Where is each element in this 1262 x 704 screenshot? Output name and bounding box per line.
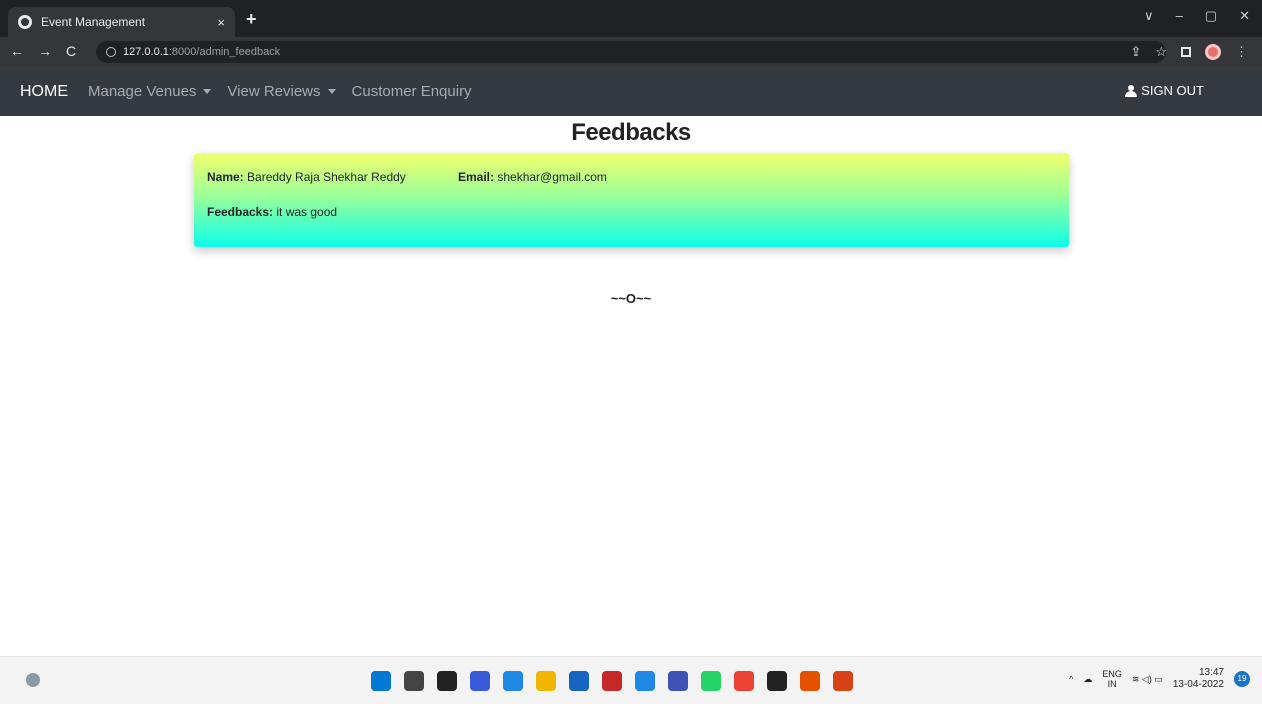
feedback-text-row: Feedbacks: it was good bbox=[207, 205, 337, 219]
tab-search-button[interactable]: ∨ bbox=[1144, 8, 1154, 24]
nav-home-link[interactable]: HOME bbox=[20, 83, 68, 101]
nav-customer-enquiry-label: Customer Enquiry bbox=[351, 83, 472, 100]
taskbar-app-icon[interactable] bbox=[767, 671, 787, 691]
tab-title: Event Management bbox=[41, 15, 146, 29]
reload-button[interactable]: C bbox=[66, 43, 76, 59]
clock[interactable]: 13:47 13-04-2022 bbox=[1173, 667, 1224, 691]
tray-overflow-icon[interactable]: ^ bbox=[1069, 674, 1073, 684]
taskbar-app-icon[interactable] bbox=[668, 671, 688, 691]
taskbar-app-icon[interactable] bbox=[503, 671, 523, 691]
page-title: Feedbacks bbox=[571, 119, 691, 146]
taskbar-app-icon[interactable] bbox=[635, 671, 655, 691]
caret-down-icon bbox=[327, 89, 336, 94]
feedback-value: it was good bbox=[276, 205, 338, 219]
sign-out-link[interactable]: SIGN OUT bbox=[1125, 83, 1204, 98]
taskbar-app-icon[interactable] bbox=[371, 671, 391, 691]
taskbar-app-icon[interactable] bbox=[404, 671, 424, 691]
language-indicator[interactable]: ENG IN bbox=[1102, 669, 1122, 689]
globe-icon bbox=[18, 15, 32, 29]
taskbar-app-icon[interactable] bbox=[833, 671, 853, 691]
taskbar-app-icon[interactable] bbox=[536, 671, 556, 691]
os-taskbar: ^ ☁ ENG IN ≋ ◁) ▭ 13:47 13-04-2022 19 bbox=[0, 656, 1262, 704]
new-tab-button[interactable]: + bbox=[246, 9, 257, 30]
nav-manage-venues-label: Manage Venues bbox=[88, 83, 197, 100]
weather-icon[interactable] bbox=[26, 673, 40, 687]
taskbar-app-icon[interactable] bbox=[437, 671, 457, 691]
browser-tools: ⇪ ☆ ⋮ bbox=[1130, 44, 1248, 60]
maximize-button[interactable]: ▢ bbox=[1205, 8, 1217, 24]
back-button[interactable]: ← bbox=[10, 43, 24, 59]
feedback-label: Feedbacks: bbox=[207, 205, 274, 219]
end-divider: ~~O~~ bbox=[610, 291, 652, 306]
minimize-button[interactable]: – bbox=[1176, 8, 1183, 24]
browser-tab[interactable]: Event Management × bbox=[8, 7, 235, 37]
tab-close-button[interactable]: × bbox=[217, 15, 225, 30]
taskbar-app-icon[interactable] bbox=[800, 671, 820, 691]
notification-badge[interactable]: 19 bbox=[1234, 671, 1250, 687]
taskbar-apps bbox=[371, 671, 853, 691]
profile-avatar[interactable] bbox=[1205, 44, 1221, 60]
user-icon bbox=[1125, 84, 1138, 97]
taskbar-app-icon[interactable] bbox=[602, 671, 622, 691]
share-icon[interactable]: ⇪ bbox=[1130, 44, 1141, 60]
sign-out-label: SIGN OUT bbox=[1141, 83, 1204, 98]
side-panel-icon[interactable] bbox=[1181, 47, 1191, 57]
feedback-card: Name: Bareddy Raja Shekhar Reddy Email: … bbox=[194, 153, 1069, 247]
nav-customer-enquiry[interactable]: Customer Enquiry bbox=[352, 83, 472, 100]
close-window-button[interactable]: ✕ bbox=[1239, 8, 1250, 24]
forward-button[interactable]: → bbox=[38, 43, 52, 59]
feedback-email: Email: shekhar@gmail.com bbox=[458, 170, 607, 184]
nav-view-reviews-label: View Reviews bbox=[227, 83, 321, 100]
address-bar[interactable]: 127.0.0.1:8000/admin_feedback bbox=[96, 41, 1166, 63]
browser-tab-bar: Event Management × + ∨ – ▢ ✕ bbox=[0, 0, 1262, 37]
feedback-name: Name: Bareddy Raja Shekhar Reddy bbox=[207, 170, 458, 184]
name-label: Name: bbox=[207, 170, 244, 184]
lang-top: ENG bbox=[1102, 669, 1122, 679]
clock-date: 13-04-2022 bbox=[1172, 679, 1224, 690]
info-icon[interactable] bbox=[106, 47, 116, 57]
browser-toolbar: ← → C 127.0.0.1:8000/admin_feedback ⇪ ☆ … bbox=[0, 37, 1262, 67]
bookmark-star-icon[interactable]: ☆ bbox=[1155, 44, 1167, 60]
taskbar-app-icon[interactable] bbox=[701, 671, 721, 691]
window-controls: ∨ – ▢ ✕ bbox=[1144, 8, 1250, 24]
email-label: Email: bbox=[458, 170, 495, 184]
feedback-header-row: Name: Bareddy Raja Shekhar Reddy Email: … bbox=[207, 170, 607, 184]
url-path: :8000/admin_feedback bbox=[168, 46, 281, 58]
onedrive-icon[interactable]: ☁ bbox=[1083, 674, 1092, 685]
system-tray: ^ ☁ ENG IN ≋ ◁) ▭ 13:47 13-04-2022 19 bbox=[1069, 667, 1250, 691]
app-navbar: HOME Manage Venues View Reviews Customer… bbox=[0, 67, 1262, 116]
taskbar-app-icon[interactable] bbox=[734, 671, 754, 691]
caret-down-icon bbox=[203, 89, 212, 94]
nav-view-reviews[interactable]: View Reviews bbox=[227, 83, 336, 100]
lang-bottom: IN bbox=[1107, 679, 1117, 689]
browser-menu-icon[interactable]: ⋮ bbox=[1235, 44, 1248, 60]
name-value: Bareddy Raja Shekhar Reddy bbox=[247, 170, 406, 184]
nav-buttons: ← → C bbox=[10, 43, 76, 59]
clock-time: 13:47 bbox=[1198, 667, 1224, 678]
nav-manage-venues[interactable]: Manage Venues bbox=[88, 83, 212, 100]
url-host: 127.0.0.1 bbox=[123, 46, 169, 58]
taskbar-app-icon[interactable] bbox=[569, 671, 589, 691]
taskbar-app-icon[interactable] bbox=[470, 671, 490, 691]
network-volume-battery-icons[interactable]: ≋ ◁) ▭ bbox=[1132, 674, 1163, 685]
email-value: shekhar@gmail.com bbox=[497, 170, 607, 184]
